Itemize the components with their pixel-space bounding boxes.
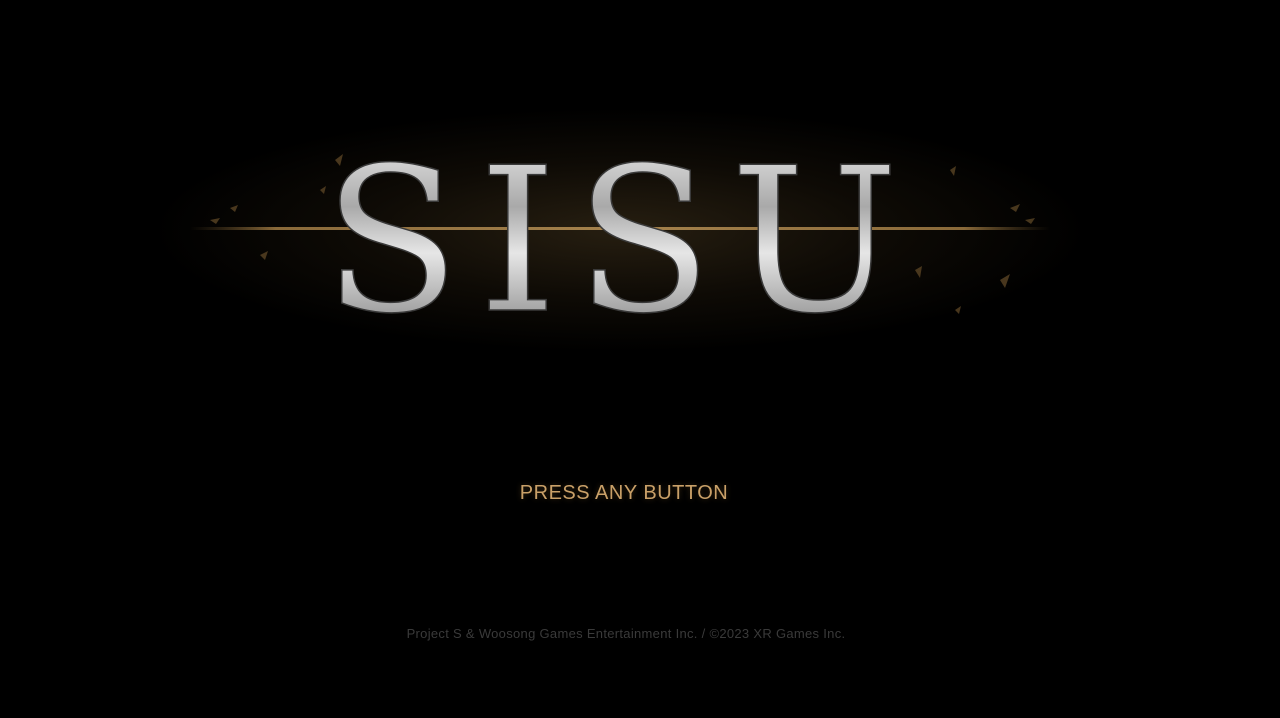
press-any-button-prompt[interactable]: PRESS ANY BUTTON [0,482,1280,505]
title-screen[interactable]: SISU PRESS ANY BUTTON Project S & Wooson… [0,0,1280,718]
sword-line-logo-icon: SISU [190,124,1050,340]
logo-text: SISU [323,125,917,340]
game-logo: SISU [180,120,1060,340]
copyright-text: Project S & Woosong Games Entertainment … [406,626,846,641]
